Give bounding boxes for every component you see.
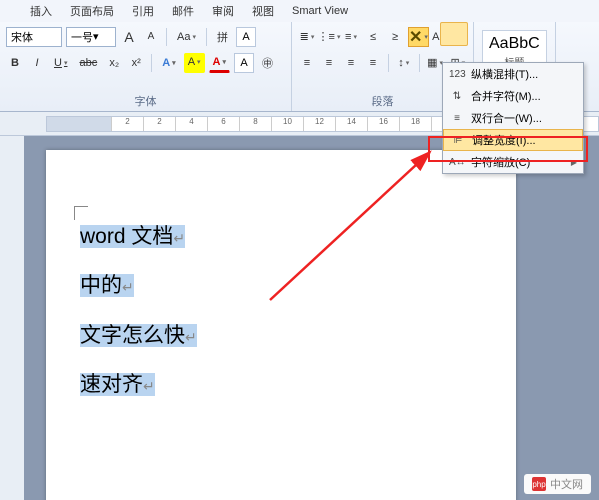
char-border-button[interactable]: A — [236, 27, 256, 47]
watermark-logo: php — [532, 477, 546, 491]
enclose-button[interactable]: ㊥ — [258, 53, 277, 73]
tab-references[interactable]: 引用 — [132, 3, 154, 19]
submenu-arrow-icon: ▶ — [571, 158, 577, 167]
strike-button[interactable]: abc — [75, 53, 101, 73]
twoline-icon: ≡ — [449, 113, 465, 124]
ribbon-tabs: 插入 页面布局 引用 邮件 审阅 视图 Smart View — [0, 0, 599, 22]
char-shading-button[interactable]: A — [234, 53, 254, 73]
align-justify-button[interactable]: ≡ — [364, 53, 382, 73]
phonetic-button[interactable]: 拼 — [213, 27, 232, 47]
tab-layout[interactable]: 页面布局 — [70, 3, 114, 19]
vertical-ruler[interactable] — [0, 136, 24, 500]
bold-button[interactable]: B — [6, 53, 24, 73]
asian-layout-dropdown: 123 纵横混排(T)... ⇅ 合并字符(M)... ≡ 双行合一(W)...… — [442, 62, 584, 174]
scale-icon: A↔ — [449, 157, 465, 168]
multilevel-button[interactable]: ≡ — [342, 27, 360, 47]
vh-icon: 123 — [449, 69, 465, 80]
menu-char-scale[interactable]: A↔ 字符缩放(C) ▶ — [443, 151, 583, 173]
font-group-label: 字体 — [6, 91, 285, 109]
indent-inc-button[interactable]: ≥ — [386, 27, 404, 47]
indent-dec-button[interactable]: ≤ — [364, 27, 382, 47]
document-text[interactable]: word 文档 中的 文字怎么快 速对齐 — [80, 212, 482, 409]
italic-button[interactable]: I — [28, 53, 46, 73]
document-area: word 文档 中的 文字怎么快 速对齐 — [0, 136, 599, 500]
grow-font-button[interactable]: A — [120, 27, 138, 47]
menu-adjust-width[interactable]: ⊫ 调整宽度(I)... — [443, 129, 583, 151]
tab-insert[interactable]: 插入 — [30, 3, 52, 19]
align-left-button[interactable]: ≡ — [298, 53, 316, 73]
change-case-button[interactable]: Aa — [173, 27, 200, 47]
document-page[interactable]: word 文档 中的 文字怎么快 速对齐 — [46, 150, 516, 500]
menu-two-lines[interactable]: ≡ 双行合一(W)... — [443, 107, 583, 129]
menu-combine-chars[interactable]: ⇅ 合并字符(M)... — [443, 85, 583, 107]
subscript-button[interactable]: x₂ — [105, 53, 123, 73]
font-family-select[interactable]: 宋体 — [6, 27, 62, 47]
tab-review[interactable]: 审阅 — [212, 3, 234, 19]
tab-mail[interactable]: 邮件 — [172, 3, 194, 19]
text-effects-button[interactable]: A — [158, 53, 179, 73]
superscript-button[interactable]: x² — [127, 53, 145, 73]
highlight-button[interactable]: A — [184, 53, 205, 73]
tab-smartview[interactable]: Smart View — [292, 5, 348, 17]
tab-view[interactable]: 视图 — [252, 3, 274, 19]
width-icon: ⊫ — [450, 135, 466, 146]
bullets-button[interactable]: ≣ — [298, 27, 316, 47]
shrink-font-button[interactable]: A — [142, 27, 160, 47]
align-center-button[interactable]: ≡ — [320, 53, 338, 73]
align-right-button[interactable]: ≡ — [342, 53, 360, 73]
font-group: 宋体 一号▾ A A Aa 拼 A B I U abc x₂ x² A A A — [0, 22, 292, 111]
font-size-select[interactable]: 一号▾ — [66, 27, 116, 47]
font-color-button[interactable]: A — [209, 53, 230, 73]
combine-icon: ⇅ — [449, 91, 465, 102]
page-corner-mark — [74, 206, 88, 220]
menu-vertical-horizontal[interactable]: 123 纵横混排(T)... — [443, 63, 583, 85]
asian-layout-button[interactable]: ✕ — [408, 27, 429, 47]
line-spacing-button[interactable]: ↕ — [395, 53, 413, 73]
watermark: php 中文网 — [524, 474, 591, 494]
numbering-button[interactable]: ⋮≡ — [320, 27, 338, 47]
underline-button[interactable]: U — [50, 53, 71, 73]
